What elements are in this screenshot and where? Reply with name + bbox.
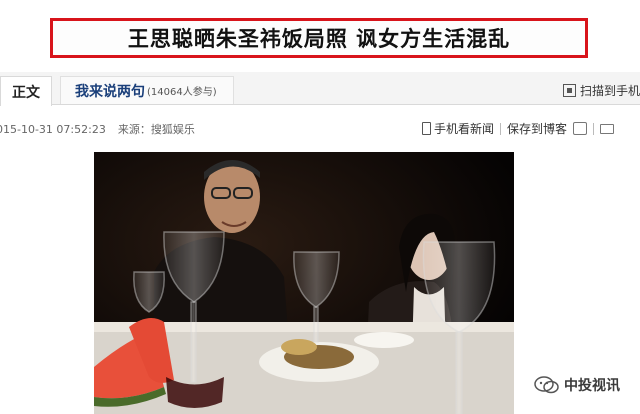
dinner-scene-image <box>94 152 514 414</box>
mobile-news-link[interactable]: 手机看新闻 <box>421 120 494 137</box>
tab-comments-label: 我来说两句 <box>75 83 145 100</box>
tab-comments[interactable]: 我来说两句 (14064人参与) <box>60 76 234 104</box>
divider <box>499 122 501 135</box>
phone-icon <box>421 122 431 135</box>
mobile-news-label: 手机看新闻 <box>433 122 494 136</box>
tab-main-text[interactable]: 正文 <box>0 76 52 106</box>
divider <box>593 122 594 135</box>
email-icon[interactable] <box>573 122 587 135</box>
wechat-icon <box>534 376 559 394</box>
headline-title: 王思聪晒朱圣祎饭局照 讽女方生活混乱 <box>127 26 511 51</box>
comments-count: (14064人参与) <box>147 87 217 98</box>
watermark: 中投视讯 <box>534 375 620 395</box>
scan-to-phone-link[interactable]: 扫描到手机 <box>562 82 640 99</box>
watermark-label: 中投视讯 <box>564 378 620 394</box>
tab-bar: 正文 我来说两句 (14064人参与) 扫描到手机 <box>0 72 640 106</box>
publish-datetime: 015-10-31 07:52:23 <box>0 122 106 136</box>
article-meta: 015-10-31 07:52:23 来源：搜狐娱乐 手机看新闻 保存到博客 <box>0 120 640 138</box>
article-actions: 手机看新闻 保存到博客 <box>421 120 614 137</box>
article-source: 来源：搜狐娱乐 <box>117 123 195 136</box>
print-icon[interactable] <box>600 123 614 134</box>
save-to-blog-link[interactable]: 保存到博客 <box>507 120 567 137</box>
scan-to-phone-label: 扫描到手机 <box>579 84 640 98</box>
article-photo <box>94 152 514 414</box>
headline-box: 王思聪晒朱圣祎饭局照 讽女方生活混乱 <box>50 18 588 58</box>
qr-code-icon <box>562 84 576 97</box>
